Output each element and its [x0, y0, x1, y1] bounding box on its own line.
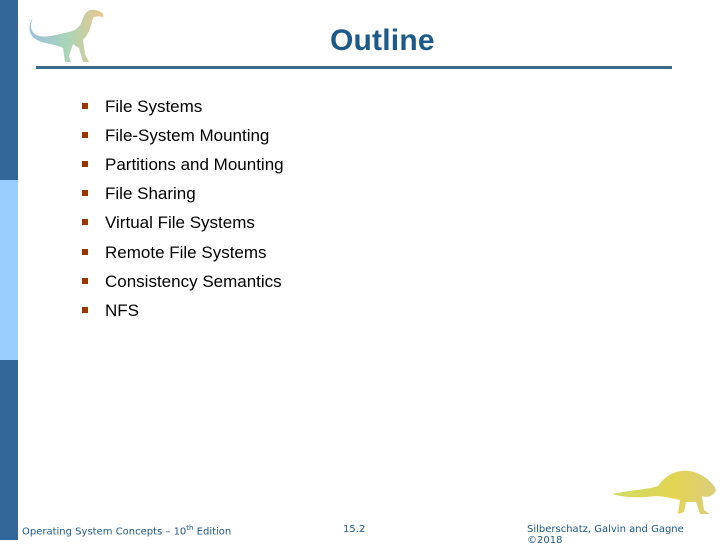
list-item: Virtual File Systems: [80, 209, 284, 238]
list-item: Partitions and Mounting: [80, 150, 284, 179]
square-bullet-icon: [82, 131, 88, 138]
list-item: Consistency Semantics: [80, 267, 284, 296]
list-item: NFS: [80, 296, 284, 325]
list-item: Remote File Systems: [80, 238, 284, 267]
square-bullet-icon: [82, 219, 88, 226]
square-bullet-icon: [82, 190, 88, 197]
square-bullet-icon: [82, 248, 88, 255]
list-item: File Systems: [80, 92, 284, 121]
slide-title: Outline: [330, 24, 435, 57]
list-item: File Sharing: [80, 180, 284, 209]
outline-list: File Systems File-System Mounting Partit…: [80, 92, 284, 326]
sidebar-stripe-bottom: [0, 360, 18, 540]
square-bullet-icon: [82, 306, 88, 313]
list-item: File-System Mounting: [80, 121, 284, 150]
footer-page-number: 15.2: [343, 524, 366, 535]
sidebar-stripe-middle: [0, 180, 18, 360]
sidebar-stripe-top: [0, 0, 18, 180]
square-bullet-icon: [82, 102, 88, 109]
footer-copyright: Silberschatz, Galvin and Gagne ©2018: [527, 524, 684, 546]
title-divider: [36, 66, 672, 69]
dinosaur-icon: [612, 470, 716, 514]
dinosaur-icon: [29, 9, 104, 62]
square-bullet-icon: [82, 160, 88, 167]
square-bullet-icon: [82, 277, 88, 284]
footer-book-title: Operating System Concepts – 10th Edition: [22, 524, 232, 538]
